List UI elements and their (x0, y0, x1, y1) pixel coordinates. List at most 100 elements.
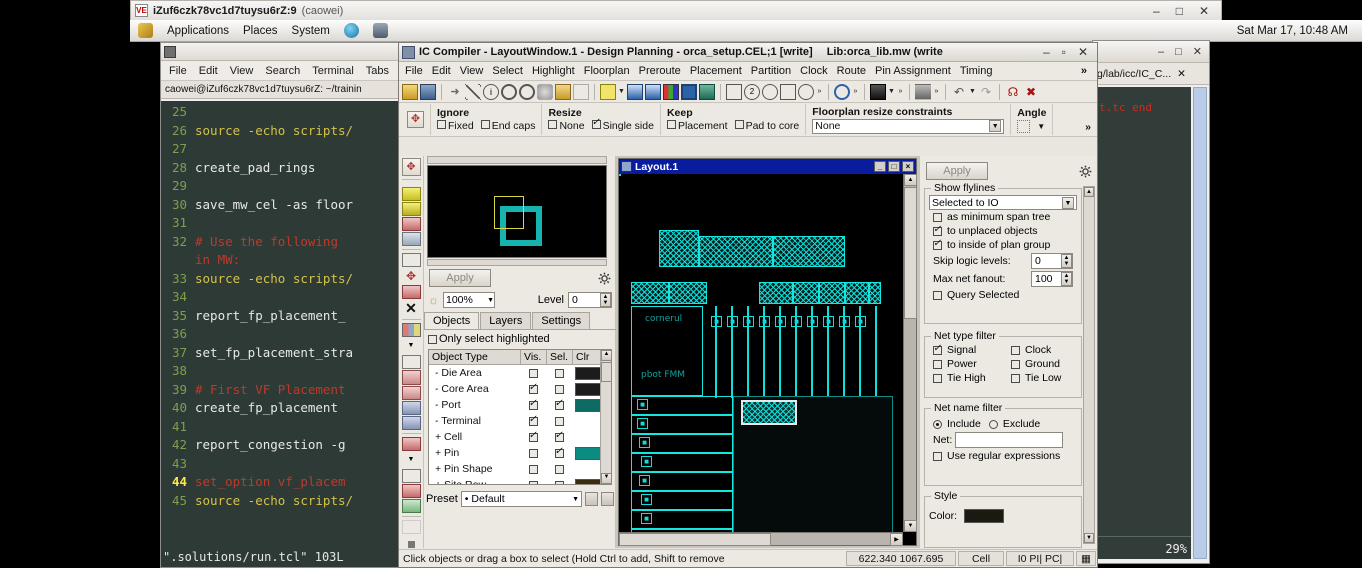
scroll-down-arrow-icon[interactable]: ▼ (1084, 533, 1094, 543)
applications-menu-icon[interactable] (138, 23, 153, 38)
display-settings-icon[interactable] (870, 83, 886, 100)
query-3-icon[interactable] (762, 83, 778, 100)
spinner-arrows-icon[interactable]: ▲ ▼ (1061, 272, 1072, 286)
table-row[interactable]: + Pin Shape (429, 461, 611, 477)
icc-menu-preroute[interactable]: Preroute (639, 65, 681, 77)
scroll-up-arrow-icon[interactable]: ▲ (601, 350, 611, 361)
floorplan-minimap[interactable] (427, 165, 607, 258)
min-span-tree-checkbox[interactable]: as minimum span tree (929, 210, 1077, 224)
scroll-up-arrow-icon[interactable]: ▲ (904, 174, 917, 186)
only-select-highlighted-checkbox[interactable]: Only select highlighted (428, 333, 550, 345)
table-row[interactable]: + Pin (429, 445, 611, 461)
object-table-scroll-thumb[interactable] (601, 362, 611, 382)
bg-term-scrollbar[interactable] (1193, 87, 1207, 559)
background-terminal-tab[interactable]: g/lab/icc/IC_C... ✕ (1093, 63, 1209, 85)
net-type-tie-low-checkbox[interactable]: Tie Low (1007, 371, 1065, 385)
pin-marker[interactable]: ■ (839, 316, 850, 327)
pad-cell[interactable] (631, 282, 669, 304)
color-dropdown-arrow-icon[interactable]: ▼ (618, 84, 625, 100)
pad-cell[interactable] (819, 282, 845, 304)
minimap-top-scrollbar[interactable] (427, 156, 607, 164)
terminal-menu-terminal[interactable]: Terminal (312, 65, 354, 77)
query-selected-checkbox[interactable]: Query Selected (929, 288, 1077, 302)
left-apply-button[interactable]: Apply (429, 269, 491, 287)
terminal-menu-edit[interactable]: Edit (199, 65, 218, 77)
selectable-checkbox[interactable] (547, 398, 573, 410)
selectable-checkbox[interactable] (547, 430, 573, 442)
max-net-fanout-spinner[interactable]: 100 ▲ ▼ (1031, 271, 1073, 287)
layers-stack-icon[interactable] (699, 83, 715, 100)
icc-menu-floorplan[interactable]: Floorplan (584, 65, 630, 77)
net-name-input[interactable] (955, 432, 1064, 448)
preroute-icon[interactable] (401, 484, 421, 499)
selectable-checkbox[interactable] (547, 416, 573, 426)
terminal-text-area[interactable]: 25 26 source -echo scripts/27 28 create_pad_… (161, 101, 407, 567)
selectable-checkbox[interactable] (547, 464, 573, 474)
scroll-down-arrow-icon[interactable]: ▼ (904, 520, 917, 532)
pin-marker[interactable]: ■ (791, 316, 802, 327)
pin-marker[interactable]: ■ (641, 494, 652, 505)
scroll-right-arrow-icon[interactable]: ▶ (890, 533, 903, 546)
preset-dropdown[interactable]: • Default ▼ (460, 491, 582, 507)
terminal-tab[interactable]: caowei@iZuf6czk78vc1d7tuysu6rZ: ~/traini… (161, 81, 407, 99)
table-row[interactable]: - Terminal (429, 413, 611, 429)
pin-marker[interactable]: ■ (743, 316, 754, 327)
bg-term-minimize-button[interactable]: – (1158, 46, 1164, 58)
pad-cell[interactable] (869, 282, 881, 304)
abort-icon[interactable]: ☊ (1005, 84, 1021, 100)
visibility-checkbox[interactable] (521, 480, 547, 484)
query-object-icon[interactable] (726, 83, 742, 100)
gear-icon[interactable] (598, 272, 611, 285)
create-pin-guide-icon[interactable] (401, 323, 421, 338)
redo-icon[interactable]: ↷ (978, 84, 994, 100)
minimap-bottom-scrollbar[interactable] (427, 259, 607, 266)
pin-marker[interactable]: ■ (807, 316, 818, 327)
pin-marker[interactable]: ■ (759, 316, 770, 327)
layout-maximize-button[interactable]: □ (888, 161, 900, 172)
panel-clock[interactable]: Sat Mar 17, 10:48 AM (1237, 25, 1348, 37)
web-browser-icon[interactable] (343, 23, 359, 38)
push-down-icon[interactable] (401, 217, 421, 232)
canvas-horizontal-scrollbar[interactable]: ▶ (619, 532, 903, 546)
open-file-icon[interactable] (402, 83, 418, 100)
selectable-checkbox[interactable] (547, 480, 573, 484)
level-spinner[interactable]: 0 ▲ ▼ (568, 292, 612, 308)
bg-term-maximize-button[interactable]: □ (1175, 46, 1182, 58)
highlight-box-icon[interactable] (681, 83, 697, 100)
visibility-checkbox[interactable] (521, 414, 547, 426)
spinner-arrows-icon[interactable]: ▲ ▼ (1061, 254, 1072, 268)
power-ring-icon[interactable] (401, 499, 421, 514)
route-flylines-icon[interactable] (401, 436, 421, 451)
spinner-arrows-icon[interactable]: ▲ ▼ (600, 293, 611, 307)
icc-menu-edit[interactable]: Edit (432, 65, 451, 77)
use-regex-checkbox[interactable]: Use regular expressions (929, 449, 1077, 463)
pad-cell[interactable] (619, 174, 621, 176)
create-plan-group-icon[interactable] (401, 186, 421, 201)
table-row[interactable]: + Cell (429, 429, 611, 445)
pad-cell[interactable] (845, 282, 869, 304)
table-row[interactable]: - Die Area (429, 365, 611, 381)
layout-close-button[interactable]: × (902, 161, 914, 172)
icc-menu-pin-assignment[interactable]: Pin Assignment (875, 65, 951, 77)
brightness-icon[interactable]: ☼ (428, 293, 439, 307)
visibility-checkbox[interactable] (521, 382, 547, 394)
terminal-launcher-icon[interactable] (372, 23, 388, 38)
pin-marker[interactable]: ■ (711, 316, 722, 327)
style-color-swatch[interactable] (964, 509, 1005, 523)
bus-pins-icon[interactable] (401, 415, 421, 430)
stop-icon[interactable]: ✖ (1023, 84, 1039, 100)
query-5-icon[interactable] (798, 83, 814, 100)
background-terminal-body[interactable]: t.tc end 29% (1095, 87, 1191, 559)
pad-cell[interactable] (773, 236, 845, 267)
create-terminal-icon[interactable] (401, 355, 421, 370)
tab-layers[interactable]: Layers (480, 312, 532, 329)
pin-marker[interactable]: ■ (727, 316, 738, 327)
visibility-checkbox[interactable] (521, 430, 547, 442)
terminal-menu-file[interactable]: File (169, 65, 187, 77)
scroll-up-arrow-icon[interactable]: ▲ (1084, 187, 1094, 197)
icc-menu-placement[interactable]: Placement (690, 65, 742, 77)
icc-menu-view[interactable]: View (460, 65, 484, 77)
floorplan-canvas[interactable]: ■ ■ ■ ■ ■ ■ ■ ■ ■ ■ cornerul pbot FMM ■ … (619, 174, 903, 532)
net-type-signal-checkbox[interactable]: Signal (929, 343, 1007, 357)
resize-none-checkbox[interactable]: None (548, 120, 585, 132)
